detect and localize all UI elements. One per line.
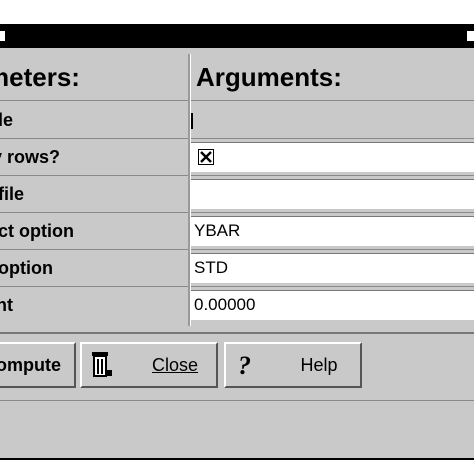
status-bar: [0, 400, 474, 435]
param-label: file: [0, 184, 25, 204]
svg-text:?: ?: [238, 351, 251, 380]
close-label: Close: [151, 355, 199, 375]
compute-button[interactable]: ompute: [0, 342, 76, 388]
arg-field[interactable]: [190, 105, 474, 135]
arg-field[interactable]: 0.00000: [190, 290, 474, 320]
arg-field[interactable]: [190, 179, 474, 209]
close-button[interactable]: Close: [80, 342, 218, 388]
param-row: file: [0, 176, 474, 212]
param-label: ct option: [0, 221, 74, 241]
param-label: le: [0, 110, 14, 130]
system-menu-box[interactable]: [0, 30, 6, 42]
arg-field: [190, 142, 474, 172]
help-label: Help: [300, 355, 338, 375]
window-control-box[interactable]: [466, 30, 474, 42]
param-label: y rows?: [0, 147, 61, 167]
arg-field[interactable]: YBAR: [190, 216, 474, 246]
param-label: nt: [0, 295, 13, 315]
column-separator-highlight: [190, 54, 191, 326]
param-row: y rows?: [0, 139, 474, 175]
param-label: option: [0, 258, 53, 278]
checkbox-checked-icon[interactable]: [198, 149, 214, 165]
arguments-header: Arguments:: [196, 62, 342, 92]
param-row: ct option YBAR: [0, 213, 474, 249]
title-bar: [0, 26, 474, 48]
question-mark-icon: ?: [238, 351, 251, 380]
grid-bottom-border: [0, 332, 474, 334]
param-row: le: [0, 102, 474, 138]
param-row: option STD: [0, 250, 474, 286]
button-bar: ompute Close ? Help: [0, 338, 474, 394]
help-button[interactable]: ? Help: [224, 342, 362, 388]
text-cursor: [191, 113, 193, 129]
header-divider: [0, 100, 474, 101]
parameters-header: meters:: [0, 62, 80, 92]
param-row: nt 0.00000: [0, 287, 474, 323]
trash-can-icon: [92, 352, 112, 377]
arg-field[interactable]: STD: [190, 253, 474, 283]
